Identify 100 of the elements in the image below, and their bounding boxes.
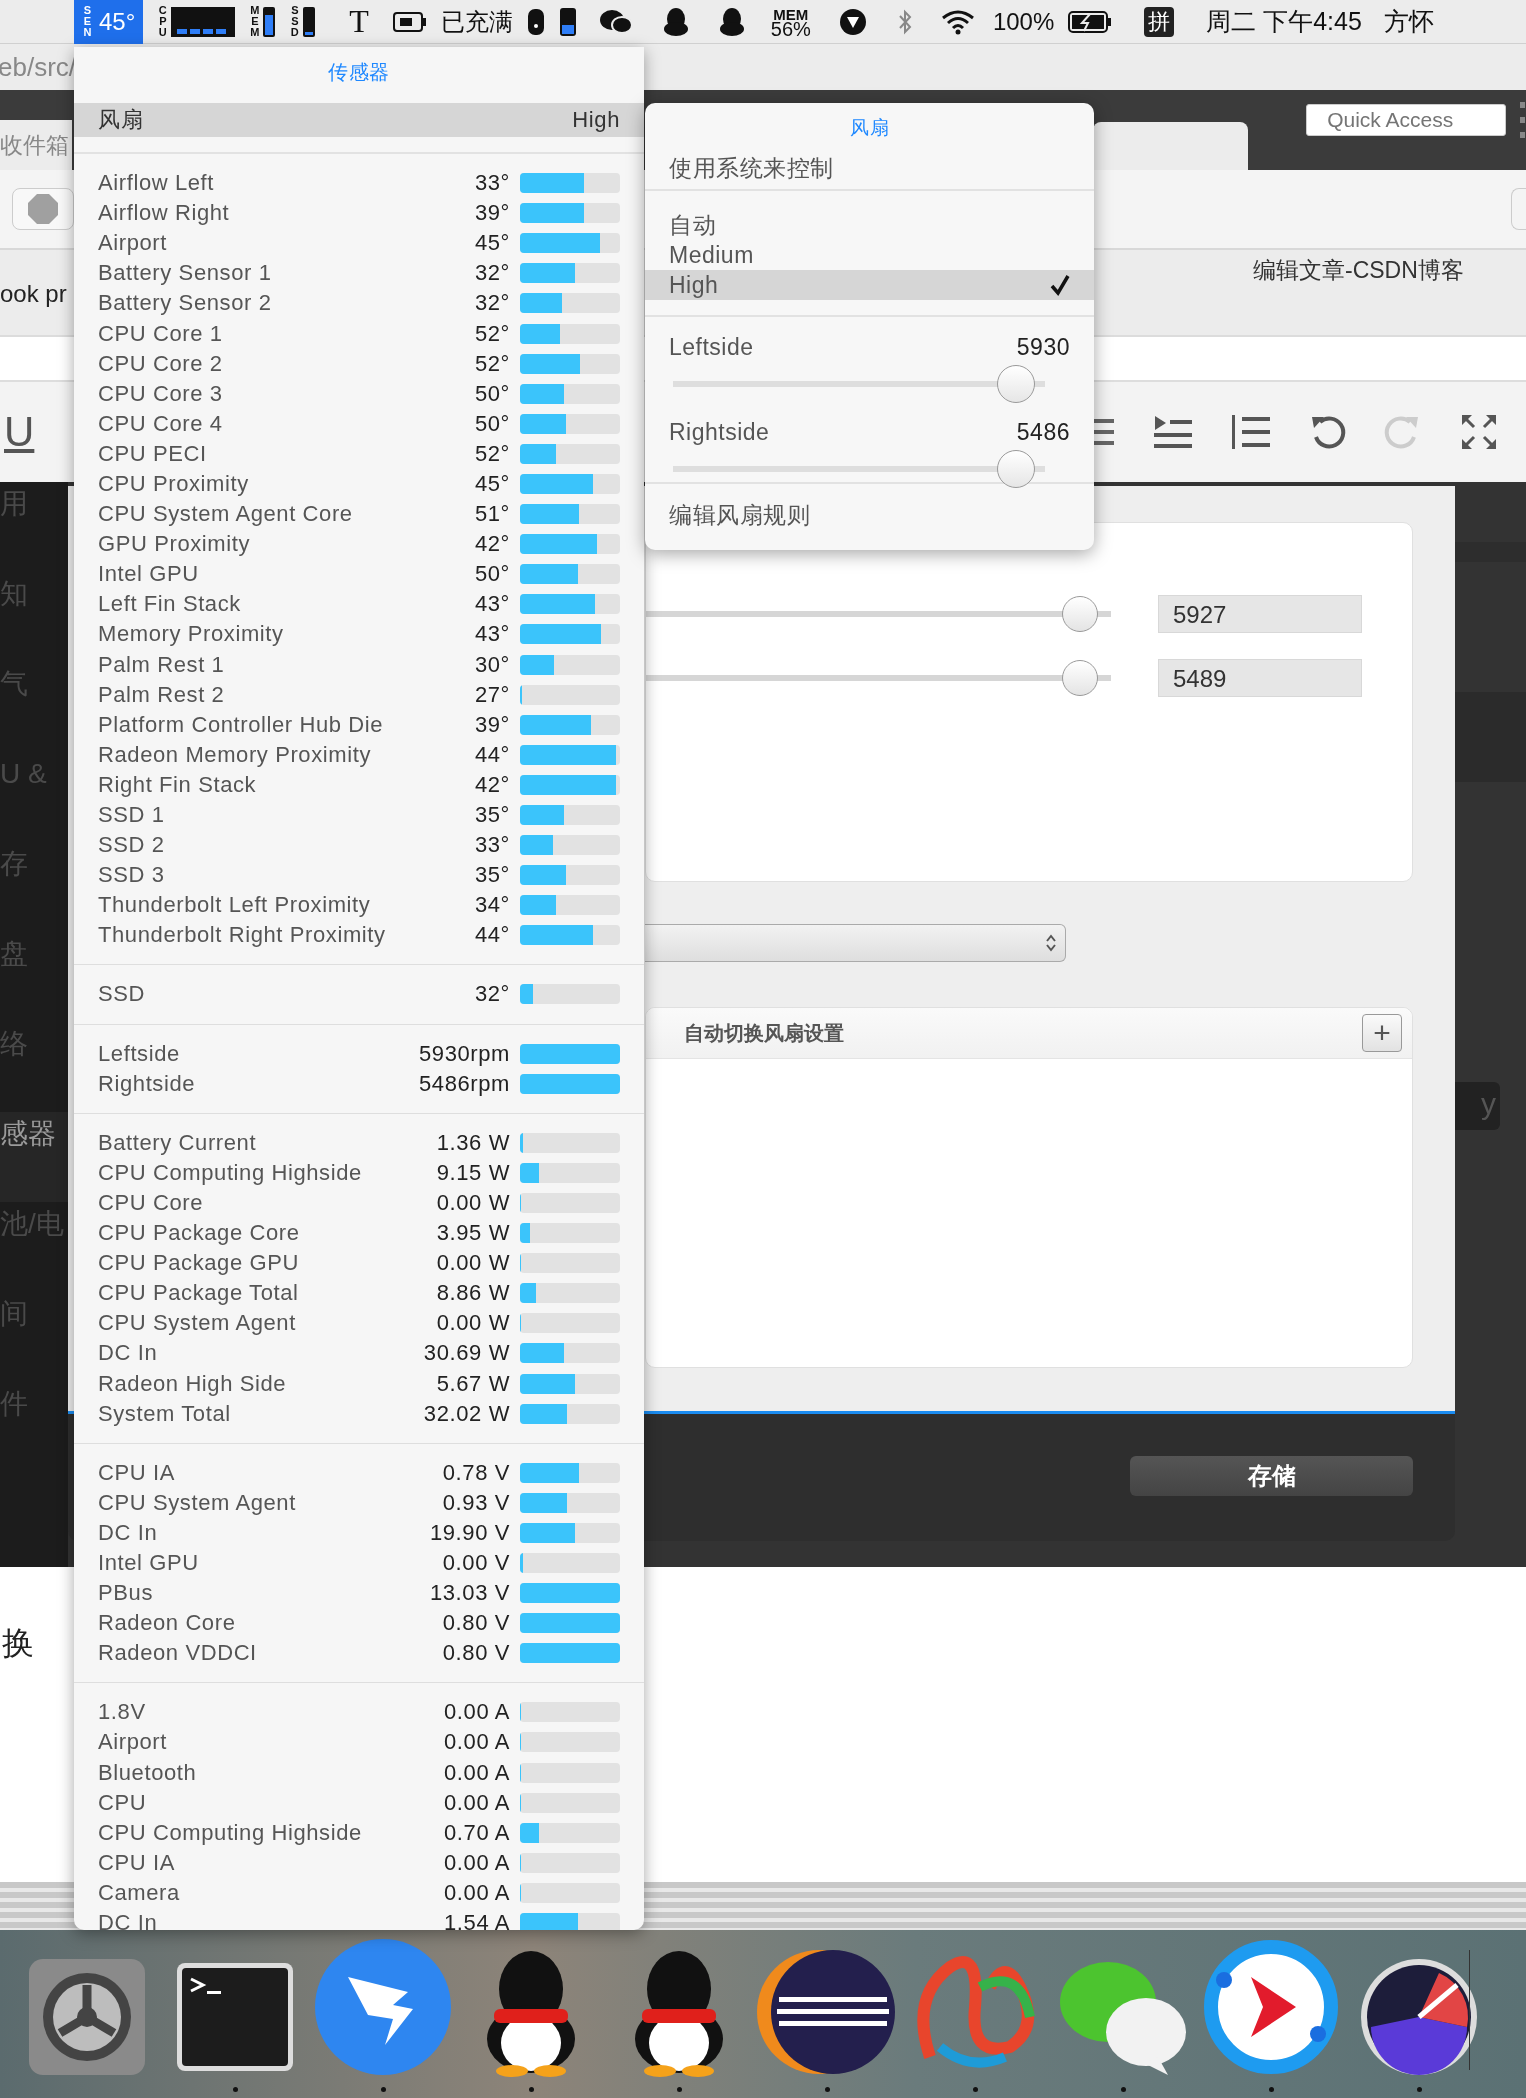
- wifi-icon[interactable]: [940, 8, 975, 35]
- slider-thumb[interactable]: [1062, 660, 1099, 696]
- sensor-name: Right Fin Stack: [98, 771, 258, 798]
- sensor-reading: 32°: [474, 260, 510, 287]
- sensor-name: Leftside: [98, 1040, 181, 1067]
- sensor-name: CPU PECI: [98, 440, 208, 467]
- add-button[interactable]: +: [1362, 1014, 1402, 1052]
- penguin-icon[interactable]: [662, 6, 689, 37]
- battery-icon[interactable]: [1068, 10, 1113, 33]
- eclipse-icon[interactable]: [757, 1947, 897, 2077]
- sensor-reading: 50°: [474, 380, 510, 407]
- page-title[interactable]: 编辑文章-CSDN博客: [1253, 255, 1464, 335]
- slider-thumb[interactable]: [996, 450, 1035, 488]
- more-icon[interactable]: [1520, 100, 1526, 140]
- page-text: ook pr: [0, 280, 67, 308]
- sensor-name: Platform Controller Hub Die: [98, 711, 385, 738]
- ssd-meter[interactable]: [303, 6, 316, 37]
- memory-percent[interactable]: 56%: [770, 21, 811, 37]
- save-button[interactable]: 存储: [1130, 1456, 1413, 1496]
- cpu-graph-icon[interactable]: [171, 6, 236, 37]
- popup-title: 传感器: [328, 61, 390, 83]
- memory-title[interactable]: MEM: [770, 6, 811, 22]
- sensor-reading: 44°: [474, 741, 510, 768]
- phone-icon[interactable]: [558, 6, 577, 37]
- sensor-label: SEN: [82, 5, 93, 38]
- sensor-name: CPU Core 2: [98, 350, 224, 377]
- sensor-reading: 51°: [474, 501, 510, 528]
- fan-menu-item[interactable]: 风扇 High: [74, 103, 644, 137]
- underline-button[interactable]: U: [4, 408, 35, 456]
- sensor-reading: 5486rpm: [418, 1070, 510, 1097]
- sensor-reading: 3.95 W: [436, 1220, 510, 1247]
- mode-option[interactable]: High: [645, 270, 1094, 300]
- sensor-reading: 33°: [474, 832, 510, 859]
- sensor-name: SSD 1: [98, 802, 166, 828]
- sensor-name: CPU Package Total: [98, 1280, 300, 1307]
- slider-thumb[interactable]: [996, 365, 1035, 403]
- charge-status[interactable]: 已充满: [440, 5, 513, 38]
- bluetooth-icon[interactable]: [896, 8, 913, 35]
- sensor-reading: 5930rpm: [418, 1040, 510, 1067]
- mouse-icon[interactable]: [526, 7, 545, 36]
- sensor-name: Palm Rest 2: [98, 681, 226, 708]
- sensor-reading: 42°: [474, 771, 510, 798]
- penguin-icon[interactable]: [718, 6, 745, 37]
- memory-meter[interactable]: [263, 6, 276, 37]
- sensor-name: DC In: [98, 1910, 159, 1930]
- sensor-name: CPU System Agent Core: [98, 501, 354, 528]
- play-icon[interactable]: [1201, 1937, 1341, 2077]
- sensor-name: Rightside: [98, 1070, 197, 1097]
- plug-battery-icon[interactable]: [392, 11, 427, 32]
- sensor-reading: 0.00 A: [444, 1699, 510, 1726]
- sensor-reading: 30.69 W: [423, 1340, 510, 1367]
- sensor-name: GPU Proximity: [98, 531, 252, 558]
- speed-field[interactable]: 5927: [1158, 595, 1362, 633]
- sensor-reading: 39°: [474, 711, 510, 738]
- input-method-indicator[interactable]: 拼: [1144, 6, 1175, 37]
- user-name[interactable]: 方怀: [1383, 5, 1434, 38]
- sensor-reading: 0.00 A: [444, 1849, 510, 1876]
- sensor-name: Thunderbolt Right Proximity: [98, 922, 387, 949]
- sensor-name: Bluetooth: [98, 1759, 198, 1786]
- gear-icon[interactable]: [27, 1957, 147, 2077]
- indent-icon[interactable]: [1154, 414, 1193, 450]
- sensor-name: 1.8V: [98, 1699, 147, 1726]
- sensor-reading: 1.36 W: [436, 1129, 510, 1156]
- speed-field[interactable]: 5489: [1158, 659, 1362, 697]
- sensor-name: Memory Proximity: [98, 621, 285, 648]
- menu-option[interactable]: 编辑风扇规则: [669, 502, 810, 528]
- sensor-reading: 0.78 V: [442, 1459, 510, 1486]
- sidebar-item[interactable]: 感器: [0, 1112, 68, 1202]
- sensor-reading: 45°: [474, 230, 510, 257]
- clock[interactable]: 周二 下午4:45: [1206, 5, 1362, 38]
- sensor-name: Radeon High Side: [98, 1370, 288, 1397]
- sensor-name: SSD: [98, 981, 147, 1008]
- sensor-reading: 0.00 A: [444, 1789, 510, 1816]
- sensor-reading: 35°: [474, 862, 510, 889]
- slider-thumb[interactable]: [1062, 596, 1099, 632]
- numbered-list-icon[interactable]: [1232, 413, 1271, 451]
- fullscreen-icon[interactable]: [1460, 413, 1499, 451]
- sensor-name: CPU Computing Highside: [98, 1159, 363, 1186]
- sensor-reading: 45°: [474, 471, 510, 497]
- sensor-reading: 0.93 V: [442, 1489, 510, 1516]
- mode-option[interactable]: Medium: [645, 240, 1094, 270]
- sensor-name: Battery Sensor 1: [98, 260, 273, 287]
- quick-access-field[interactable]: Quick Access: [1306, 104, 1507, 136]
- mode-option[interactable]: 自动: [645, 210, 1094, 240]
- menu-option[interactable]: 使用系统来控制: [669, 155, 834, 181]
- sensor-reading: 13.03 V: [429, 1580, 510, 1607]
- sensor-name: Radeon Memory Proximity: [98, 741, 372, 768]
- sensor-reading: 33°: [474, 170, 510, 197]
- sensor-reading: 32°: [474, 981, 510, 1008]
- sensor-reading: 19.90 V: [429, 1519, 510, 1546]
- sensor-name: Thunderbolt Left Proximity: [98, 892, 372, 919]
- sensor-reading: 34°: [474, 892, 510, 919]
- sensor-name: CPU Package Core: [98, 1220, 301, 1247]
- font-glyph[interactable]: T: [349, 3, 369, 40]
- battery-percent[interactable]: 100%: [992, 7, 1055, 36]
- sensor-name: Left Fin Stack: [98, 591, 242, 618]
- sensor-name: CPU Core 4: [98, 410, 224, 437]
- page-text: 换: [2, 1624, 34, 1663]
- sensor-reading: 8.86 W: [436, 1280, 510, 1307]
- gauge-icon[interactable]: [1359, 1957, 1479, 2077]
